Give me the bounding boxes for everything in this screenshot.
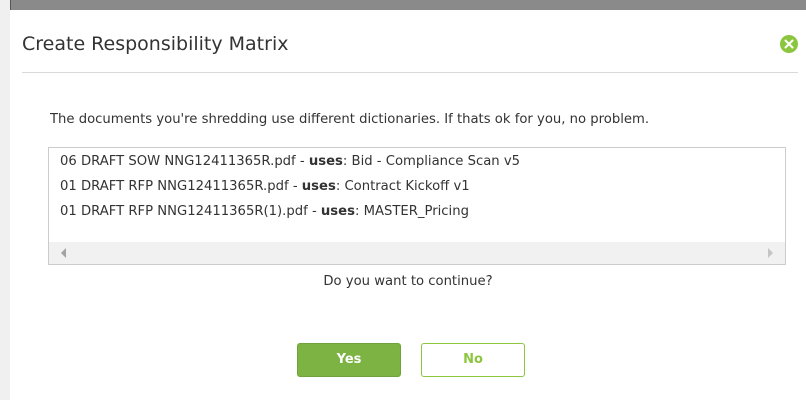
confirm-question: Do you want to continue?	[323, 274, 493, 289]
uses-label: uses	[308, 154, 343, 169]
horizontal-scrollbar[interactable]	[49, 242, 785, 264]
dictionary-name: : Contract Kickoff v1	[335, 179, 470, 194]
close-icon	[784, 39, 794, 49]
dialog-title: Create Responsibility Matrix	[22, 33, 289, 55]
scroll-right-arrow-icon[interactable]	[768, 248, 773, 258]
responsibility-matrix-dialog: Create Responsibility Matrix The documen…	[10, 10, 806, 400]
separator: -	[295, 154, 309, 169]
background-window-edge	[0, 0, 806, 10]
no-button[interactable]: No	[421, 343, 525, 377]
document-file-name: 01 DRAFT RFP NNG12411365R(1).pdf	[60, 204, 308, 219]
scroll-left-arrow-icon[interactable]	[61, 248, 66, 258]
document-file-name: 01 DRAFT RFP NNG12411365R.pdf	[60, 179, 289, 194]
list-item: 01 DRAFT RFP NNG12411365R.pdf - uses: Co…	[60, 179, 470, 194]
dialog-message: The documents you're shredding use diffe…	[50, 112, 650, 127]
dictionary-name: : Bid - Compliance Scan v5	[342, 154, 521, 169]
dictionary-name: : MASTER_Pricing	[354, 204, 469, 219]
uses-label: uses	[301, 179, 336, 194]
uses-label: uses	[320, 204, 355, 219]
list-item: 06 DRAFT SOW NNG12411365R.pdf - uses: Bi…	[60, 154, 520, 169]
document-file-name: 06 DRAFT SOW NNG12411365R.pdf	[60, 154, 296, 169]
dialog-header: Create Responsibility Matrix	[22, 10, 798, 73]
list-item: 01 DRAFT RFP NNG12411365R(1).pdf - uses:…	[60, 204, 469, 219]
separator: -	[288, 179, 302, 194]
close-button[interactable]	[780, 35, 798, 53]
separator: -	[307, 204, 321, 219]
yes-button[interactable]: Yes	[297, 343, 401, 377]
document-list[interactable]: 06 DRAFT SOW NNG12411365R.pdf - uses: Bi…	[48, 147, 786, 265]
